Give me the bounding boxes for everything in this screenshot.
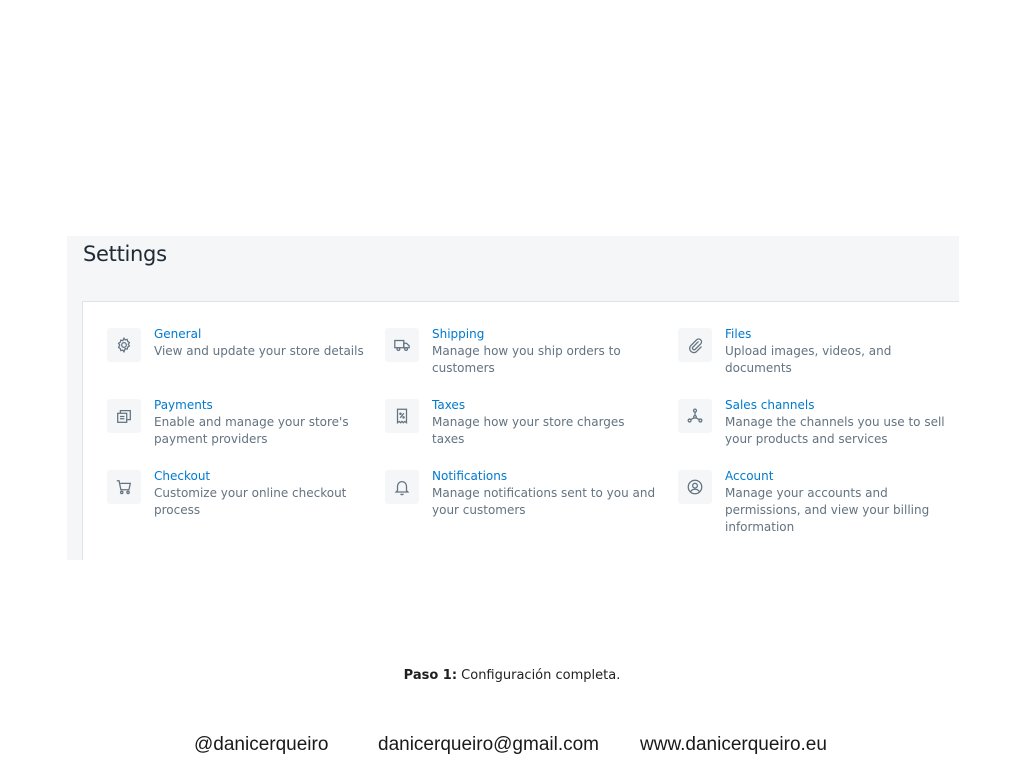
cart-icon xyxy=(107,470,141,504)
item-desc-line: Manage how you ship orders to xyxy=(432,344,621,358)
paperclip-icon xyxy=(678,328,712,362)
item-desc-line: Manage the channels you use to sell xyxy=(725,415,945,429)
settings-item-payments[interactable]: Payments Enable and manage your store's … xyxy=(107,398,349,448)
page-title: Settings xyxy=(83,242,167,266)
channels-icon xyxy=(678,399,712,433)
item-desc-line: customers xyxy=(432,361,495,375)
footer-website: www.danicerqueiro.eu xyxy=(640,734,827,755)
item-desc-line: Manage notifications sent to you and xyxy=(432,486,656,500)
item-title: Sales channels xyxy=(725,398,815,412)
settings-item-notifications[interactable]: Notifications Manage notifications sent … xyxy=(385,469,656,519)
payment-icon xyxy=(107,399,141,433)
item-desc-line: Manage your accounts and xyxy=(725,486,888,500)
item-title: Shipping xyxy=(432,327,485,341)
settings-item-files[interactable]: Files Upload images, videos, and documen… xyxy=(678,327,892,377)
item-desc-line: Manage how your store charges xyxy=(432,415,625,429)
item-title: Notifications xyxy=(432,469,508,483)
item-desc-line: Customize your online checkout xyxy=(154,486,347,500)
user-circle-icon xyxy=(678,470,712,504)
settings-item-sales-channels[interactable]: Sales channels Manage the channels you u… xyxy=(678,398,945,448)
item-desc-line: your products and services xyxy=(725,432,888,446)
item-desc-line: information xyxy=(725,520,795,534)
item-desc-line: View and update your store details xyxy=(154,344,364,358)
settings-item-account[interactable]: Account Manage your accounts and permiss… xyxy=(678,469,930,536)
item-title: Account xyxy=(725,469,774,483)
item-desc-line: Upload images, videos, and xyxy=(725,344,892,358)
settings-screenshot: Settings General View and update your st… xyxy=(67,236,959,560)
item-title: Files xyxy=(725,327,752,341)
gear-icon xyxy=(107,328,141,362)
receipt-icon xyxy=(385,399,419,433)
settings-item-shipping[interactable]: Shipping Manage how you ship orders to c… xyxy=(385,327,621,377)
caption-step: Paso 1: xyxy=(403,668,458,683)
item-title: Taxes xyxy=(432,398,466,412)
footer-handle: @danicerqueiro xyxy=(194,734,329,755)
item-desc-line: Enable and manage your store's xyxy=(154,415,349,429)
settings-item-checkout[interactable]: Checkout Customize your online checkout … xyxy=(107,469,347,519)
item-title: Checkout xyxy=(154,469,211,483)
item-desc-line: payment providers xyxy=(154,432,268,446)
caption: Paso 1: Configuración completa. xyxy=(0,668,1024,683)
settings-item-general[interactable]: General View and update your store detai… xyxy=(107,327,364,362)
item-title: Payments xyxy=(154,398,213,412)
settings-item-taxes[interactable]: Taxes Manage how your store charges taxe… xyxy=(385,398,625,448)
item-title: General xyxy=(154,327,202,341)
bell-icon xyxy=(385,470,419,504)
item-desc-line: documents xyxy=(725,361,792,375)
item-desc-line: process xyxy=(154,503,201,517)
item-desc-line: taxes xyxy=(432,432,465,446)
caption-text: Configuración completa. xyxy=(457,668,621,683)
truck-icon xyxy=(385,328,419,362)
settings-card: General View and update your store detai… xyxy=(82,301,959,560)
footer-email: danicerqueiro@gmail.com xyxy=(378,734,599,755)
item-desc-line: permissions, and view your billing xyxy=(725,503,930,517)
item-desc-line: your customers xyxy=(432,503,526,517)
